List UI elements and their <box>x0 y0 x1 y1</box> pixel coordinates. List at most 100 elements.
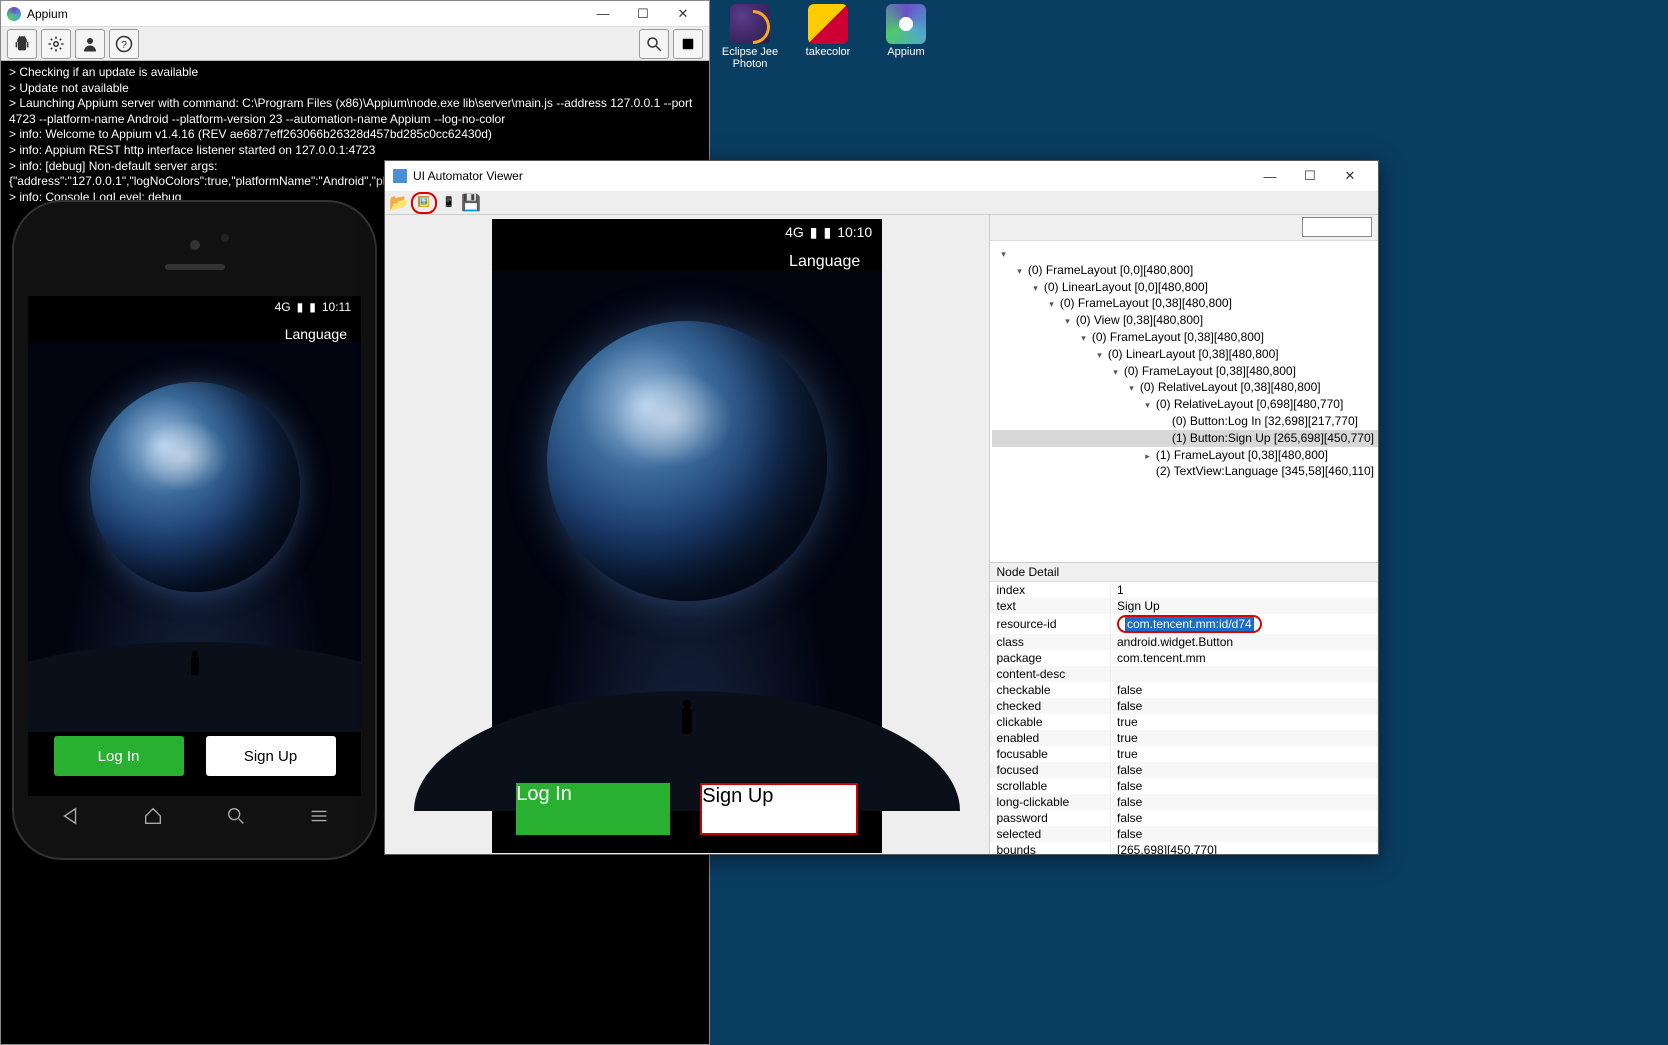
detail-row[interactable]: focusedfalse <box>990 762 1377 778</box>
expand-icon[interactable]: ▾ <box>1142 399 1152 412</box>
back-icon[interactable] <box>59 805 81 832</box>
menu-icon[interactable] <box>308 805 330 832</box>
maximize-button[interactable]: ☐ <box>623 2 663 26</box>
detail-key: text <box>990 598 1110 614</box>
detail-key: focused <box>990 762 1110 778</box>
uia-screenshot-pane[interactable]: 4G ▮ ▮ 10:10 Language Log In Sign Up <box>385 215 990 854</box>
nav-bar <box>28 796 361 841</box>
user-icon[interactable] <box>75 29 105 59</box>
device-login-button: Log In <box>516 783 670 835</box>
node-detail-table: index1text Sign Upresource-idcom.tencent.… <box>990 582 1378 854</box>
search-input[interactable] <box>1302 217 1372 237</box>
app-icon <box>730 4 770 44</box>
language-button[interactable]: Language <box>28 318 361 342</box>
tree-node[interactable]: (0) Button:Log In [32,698][217,770] <box>992 413 1378 430</box>
detail-row[interactable]: content-desc <box>990 666 1377 682</box>
signal-icon: ▮ <box>297 300 304 314</box>
uia-title: UI Automator Viewer <box>413 169 523 183</box>
help-icon[interactable]: ? <box>109 29 139 59</box>
detail-value: android.widget.Button <box>1117 635 1233 649</box>
detail-value: false <box>1117 699 1142 713</box>
detail-row[interactable]: selectedfalse <box>990 826 1377 842</box>
expand-icon[interactable]: ▸ <box>1142 450 1152 463</box>
console-line: > Launching Appium server with command: … <box>9 96 701 127</box>
device-signup-button: Sign Up <box>700 783 858 835</box>
detail-row[interactable]: checked false <box>990 698 1377 714</box>
appium-title: Appium <box>27 7 68 21</box>
detail-row[interactable]: text Sign Up <box>990 598 1377 614</box>
expand-icon[interactable]: ▾ <box>1094 349 1104 362</box>
detail-key: scrollable <box>990 778 1110 794</box>
resource-id-value: com.tencent.mm:id/d74 <box>1125 617 1254 631</box>
tree-node[interactable]: ▾ (0) View [0,38][480,800] <box>992 312 1378 329</box>
tree-node[interactable]: ▾ (0) LinearLayout [0,0][480,800] <box>992 279 1378 296</box>
detail-row[interactable]: resource-idcom.tencent.mm:id/d74 <box>990 614 1377 634</box>
uia-minimize-button[interactable]: — <box>1250 164 1290 188</box>
tree-node[interactable]: ▾ (0) LinearLayout [0,38][480,800] <box>992 346 1378 363</box>
gear-icon[interactable] <box>41 29 71 59</box>
node-detail-pane: Node Detail index1textSign Upresource-id… <box>990 563 1378 854</box>
detail-row[interactable]: passwordfalse <box>990 810 1377 826</box>
expand-icon[interactable]: ▾ <box>1062 315 1072 328</box>
emulator-screen[interactable]: 4G ▮ ▮ 10:11 Language Log In Sign Up <box>28 296 361 796</box>
node-label: (0) LinearLayout [0,38][480,800] <box>1108 347 1279 361</box>
expand-icon[interactable]: ▾ <box>1110 366 1120 379</box>
detail-row[interactable]: focusabletrue <box>990 746 1377 762</box>
detail-row[interactable]: scrollablefalse <box>990 778 1377 794</box>
login-button[interactable]: Log In <box>54 736 184 776</box>
detail-row[interactable]: enabledtrue <box>990 730 1377 746</box>
device-clock: 10:10 <box>837 224 872 240</box>
tree-node[interactable]: ▾ (0) FrameLayout [0,38][480,800] <box>992 363 1378 380</box>
detail-key: checked <box>990 698 1110 714</box>
node-label: (0) FrameLayout [0,0][480,800] <box>1028 263 1193 277</box>
status-bar: 4G ▮ ▮ 10:11 <box>28 296 361 318</box>
detail-row[interactable]: classandroid.widget.Button <box>990 634 1377 650</box>
tree-node[interactable]: (2) TextView:Language [345,58][460,110] <box>992 463 1378 480</box>
detail-row[interactable]: index1 <box>990 582 1377 598</box>
hierarchy-tree[interactable]: ▾ ▾ (0) FrameLayout [0,0][480,800]▾ (0) … <box>990 241 1378 563</box>
detail-row[interactable]: long-clickablefalse <box>990 794 1377 810</box>
android-icon[interactable] <box>7 29 37 59</box>
desktop-shortcut[interactable]: Eclipse Jee Photon <box>720 4 780 70</box>
detail-value: true <box>1117 715 1138 729</box>
magnify-icon[interactable] <box>639 29 669 59</box>
tree-node[interactable]: ▾ (0) FrameLayout [0,0][480,800] <box>992 262 1378 279</box>
stop-icon[interactable] <box>673 29 703 59</box>
uia-maximize-button[interactable]: ☐ <box>1290 164 1330 188</box>
tree-node[interactable]: ▾ (0) RelativeLayout [0,698][480,770] <box>992 396 1378 413</box>
expand-icon[interactable]: ▾ <box>998 248 1008 261</box>
uia-close-button[interactable]: ✕ <box>1330 164 1370 188</box>
open-icon[interactable]: 📂 <box>389 194 409 212</box>
tree-node[interactable]: ▾ (0) FrameLayout [0,38][480,800] <box>992 295 1378 312</box>
desktop-shortcut[interactable]: Appium <box>876 4 936 70</box>
node-label: (0) FrameLayout [0,38][480,800] <box>1060 296 1232 310</box>
tree-node[interactable]: ▾ <box>992 245 1378 262</box>
signup-button[interactable]: Sign Up <box>206 736 336 776</box>
device-screenshot-icon[interactable]: 🖼️ <box>414 194 434 212</box>
detail-row[interactable]: clickabletrue <box>990 714 1377 730</box>
home-icon[interactable] <box>142 805 164 832</box>
detail-value: true <box>1117 747 1138 761</box>
device-dump-icon[interactable]: 📱 <box>439 194 459 212</box>
expand-icon[interactable]: ▾ <box>1126 382 1136 395</box>
tree-node[interactable]: (1) Button:Sign Up [265,698][450,770] <box>992 430 1378 447</box>
detail-value: false <box>1117 827 1142 841</box>
appium-toolbar: ? <box>1 27 709 61</box>
detail-row[interactable]: checkablefalse <box>990 682 1377 698</box>
detail-row[interactable]: packagecom.tencent.mm <box>990 650 1377 666</box>
detail-row[interactable]: bounds[265,698][450,770] <box>990 842 1377 854</box>
expand-icon[interactable]: ▾ <box>1046 298 1056 311</box>
desktop-shortcut[interactable]: takecolor <box>798 4 858 70</box>
tree-node[interactable]: ▾ (0) RelativeLayout [0,38][480,800] <box>992 379 1378 396</box>
expand-icon[interactable]: ▾ <box>1030 282 1040 295</box>
save-icon[interactable]: 💾 <box>461 194 481 212</box>
minimize-button[interactable]: — <box>583 2 623 26</box>
expand-icon[interactable]: ▾ <box>1014 265 1024 278</box>
search-nav-icon[interactable] <box>225 805 247 832</box>
expand-icon[interactable]: ▾ <box>1078 332 1088 345</box>
desktop-icons: Eclipse Jee Photon takecolor Appium <box>720 4 936 70</box>
tree-node[interactable]: ▸ (1) FrameLayout [0,38][480,800] <box>992 447 1378 464</box>
close-button[interactable]: ✕ <box>663 2 703 26</box>
detail-value: Sign Up <box>1117 599 1160 613</box>
tree-node[interactable]: ▾ (0) FrameLayout [0,38][480,800] <box>992 329 1378 346</box>
